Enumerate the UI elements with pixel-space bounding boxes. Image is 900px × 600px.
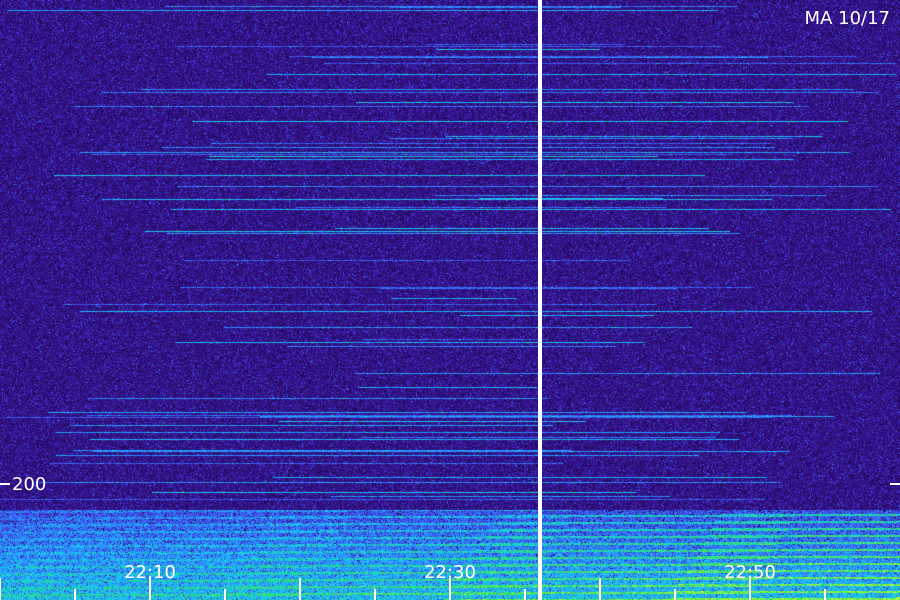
x-tick-label: 22:30 — [424, 562, 476, 583]
x-tick-label: 22:10 — [124, 562, 176, 583]
chart-overlay: 22:10 22:30 22:50 200 MA 10/17 — [0, 0, 900, 600]
y-tick-label-200: 200 — [12, 474, 46, 495]
x-tick-label: 22:50 — [724, 562, 776, 583]
chart-title: MA 10/17 — [805, 8, 890, 29]
x-axis-tick-labels: 22:10 22:30 22:50 — [124, 562, 776, 583]
